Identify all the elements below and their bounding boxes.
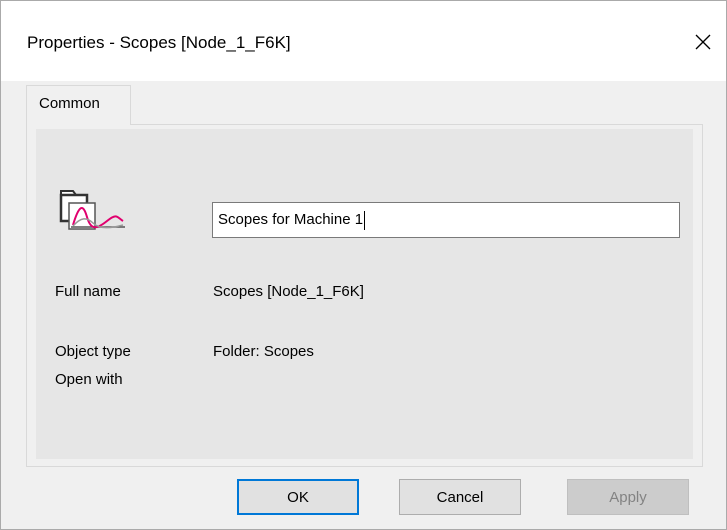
cancel-button[interactable]: Cancel bbox=[399, 479, 521, 515]
tab-panel-content bbox=[36, 129, 693, 459]
object-type-value: Folder: Scopes bbox=[213, 343, 314, 360]
close-icon bbox=[695, 34, 711, 50]
properties-dialog: Properties - Scopes [Node_1_F6K] Common … bbox=[0, 0, 727, 530]
window-title: Properties - Scopes [Node_1_F6K] bbox=[27, 33, 291, 52]
open-with-label: Open with bbox=[55, 371, 123, 388]
text-caret bbox=[364, 210, 366, 230]
tab-panel-common bbox=[26, 124, 703, 467]
full-name-label: Full name bbox=[55, 283, 121, 300]
object-name-value: Scopes for Machine 1 bbox=[218, 211, 364, 228]
object-type-label: Object type bbox=[55, 343, 131, 360]
apply-button[interactable]: Apply bbox=[567, 479, 689, 515]
scope-folder-icon bbox=[59, 190, 125, 230]
title-bar[interactable]: Properties - Scopes [Node_1_F6K] bbox=[1, 1, 726, 81]
tab-common-label: Common bbox=[39, 95, 100, 112]
close-button[interactable] bbox=[680, 23, 726, 61]
full-name-value: Scopes [Node_1_F6K] bbox=[213, 283, 364, 300]
ok-button[interactable]: OK bbox=[237, 479, 359, 515]
object-name-input[interactable]: Scopes for Machine 1 bbox=[212, 202, 680, 238]
tab-common[interactable]: Common bbox=[26, 85, 131, 125]
